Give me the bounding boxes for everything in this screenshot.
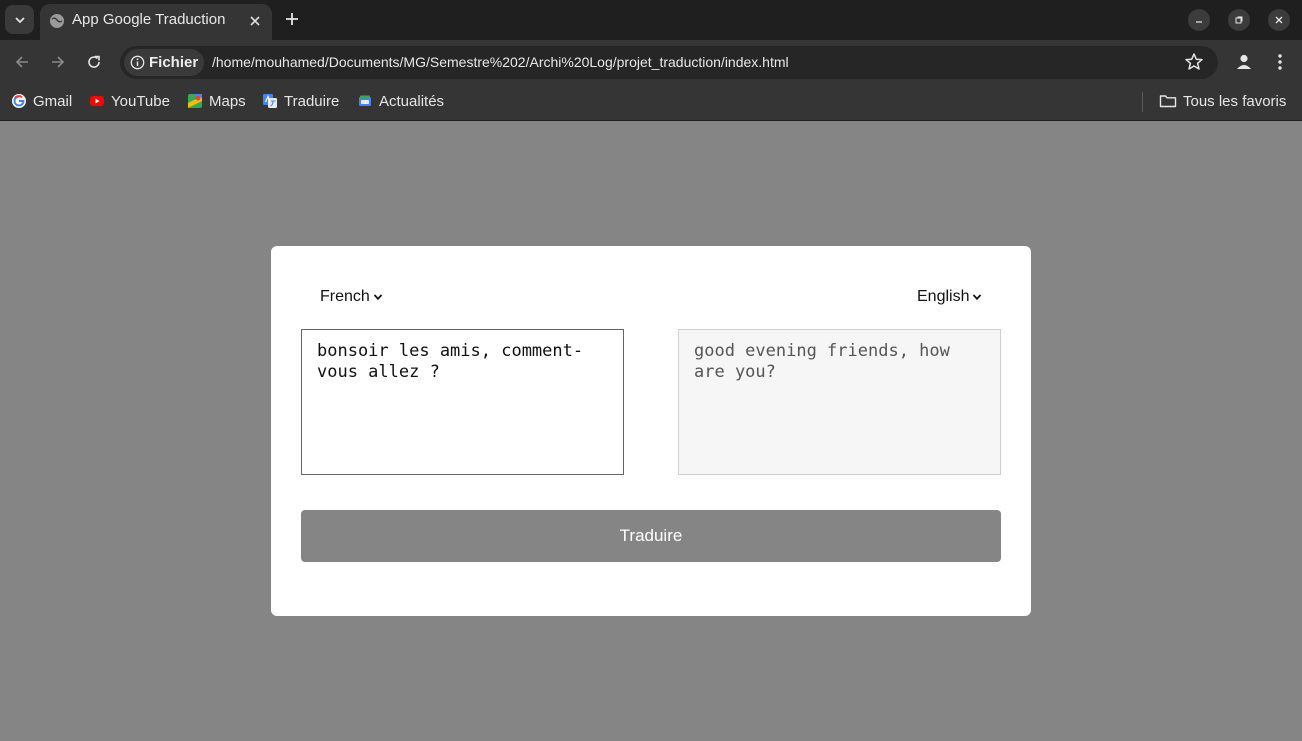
bookmark-label: Maps — [209, 92, 246, 110]
chevron-down-icon — [373, 294, 382, 301]
bookmarks-bar: Gmail YouTube Maps Traduire Actualités T… — [0, 84, 1302, 121]
youtube-icon — [90, 96, 104, 106]
active-tab[interactable]: App Google Traduction — [40, 4, 272, 40]
target-language-select[interactable]: English — [917, 288, 982, 306]
close-icon — [1275, 16, 1283, 24]
all-bookmarks-button[interactable]: Tous les favoris — [1159, 91, 1286, 111]
reload-button[interactable] — [83, 51, 105, 73]
star-icon[interactable] — [1184, 52, 1204, 72]
globe-icon — [50, 14, 64, 28]
translate-button[interactable]: Traduire — [301, 510, 1001, 562]
minimize-button[interactable] — [1188, 9, 1210, 31]
bookmark-gmail[interactable]: Gmail — [11, 91, 72, 111]
info-icon — [130, 55, 145, 70]
reload-icon — [88, 55, 100, 68]
plus-icon — [286, 13, 298, 25]
folder-icon — [1159, 95, 1177, 108]
tab-title: App Google Traduction — [72, 11, 226, 28]
arrow-left-icon — [15, 56, 28, 68]
back-button[interactable] — [11, 51, 33, 73]
target-language-label: English — [917, 288, 970, 305]
tab-strip: App Google Traduction — [0, 0, 1302, 40]
bookmark-youtube[interactable]: YouTube — [89, 91, 170, 111]
site-info-chip[interactable]: Fichier — [124, 49, 204, 76]
maps-icon — [188, 94, 202, 108]
bookmark-translate[interactable]: Traduire — [262, 91, 339, 111]
minimize-icon — [1196, 21, 1202, 23]
chevron-down-icon — [14, 16, 25, 23]
bookmark-label: Gmail — [33, 92, 73, 110]
restore-icon — [1235, 16, 1243, 24]
new-tab-button[interactable] — [282, 9, 302, 29]
bookmark-news[interactable]: Actualités — [357, 91, 444, 111]
source-language-label: French — [320, 288, 370, 305]
site-chip-label: Fichier — [149, 54, 199, 71]
restore-button[interactable] — [1228, 9, 1250, 31]
bookmarks-divider — [1142, 92, 1143, 112]
address-bar[interactable]: Fichier /home/mouhamed/Documents/MG/Seme… — [120, 46, 1218, 79]
url-text[interactable]: /home/mouhamed/Documents/MG/Semestre%202… — [212, 54, 789, 70]
bookmark-label: YouTube — [111, 92, 170, 110]
gmail-icon — [12, 94, 26, 108]
forward-button[interactable] — [47, 51, 69, 73]
tab-search-button[interactable] — [5, 5, 34, 34]
close-window-button[interactable] — [1268, 9, 1290, 31]
chevron-down-icon — [973, 294, 982, 301]
translate-button-label: Traduire — [619, 526, 683, 545]
bookmark-label: Actualités — [379, 92, 445, 110]
all-bookmarks-label: Tous les favoris — [1183, 92, 1287, 110]
bookmark-label: Traduire — [284, 92, 340, 110]
more-vert-icon[interactable] — [1270, 51, 1290, 73]
browser-toolbar: Fichier /home/mouhamed/Documents/MG/Seme… — [0, 40, 1302, 84]
bookmark-maps[interactable]: Maps — [187, 91, 246, 111]
close-icon — [250, 16, 260, 26]
source-language-select[interactable]: French — [320, 288, 383, 306]
translated-text-output: good evening friends, how are you? — [678, 329, 1001, 475]
close-tab-button[interactable] — [246, 12, 264, 30]
translate-icon — [263, 94, 277, 108]
news-icon — [359, 95, 371, 106]
translator-card: French English bonsoir les amis, comment… — [271, 246, 1031, 616]
source-text-input[interactable]: bonsoir les amis, comment-vous allez ? — [301, 329, 624, 475]
arrow-right-icon — [52, 56, 65, 68]
profile-icon[interactable] — [1233, 51, 1255, 73]
